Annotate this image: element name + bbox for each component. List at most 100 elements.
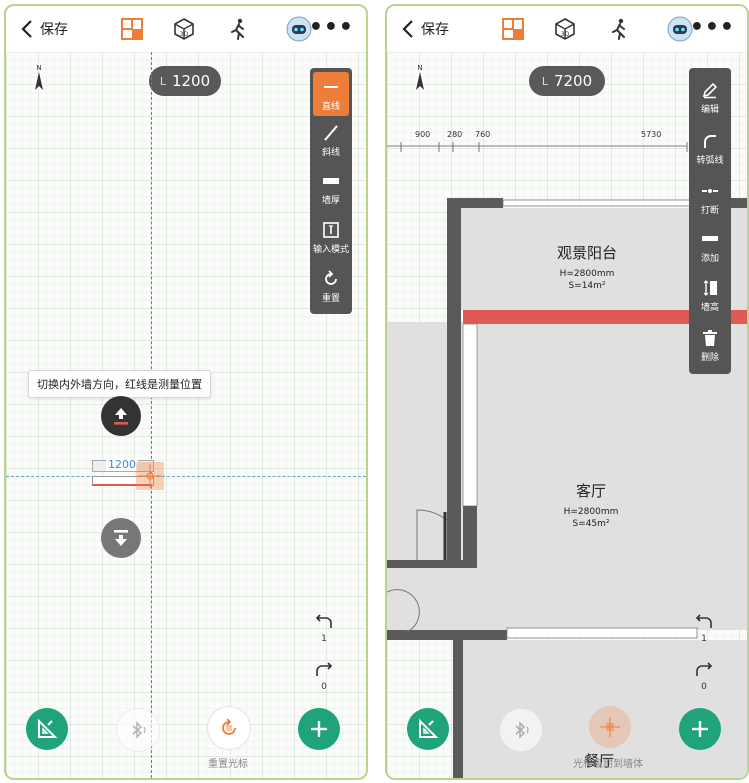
- tool-wall-thickness[interactable]: 墙厚: [310, 164, 352, 212]
- arrow-up-icon: [114, 408, 128, 425]
- length-value: 7200: [553, 72, 593, 90]
- wall-thickness-icon: [323, 177, 339, 184]
- dimension-text: 900: [415, 130, 431, 139]
- back-save-button[interactable]: 保存: [401, 19, 449, 39]
- walk-mode-icon[interactable]: [607, 17, 631, 41]
- tool-label: 直线: [321, 101, 340, 112]
- input-mode-icon: [323, 221, 339, 238]
- tool-label: 输入模式: [312, 244, 349, 255]
- reset-cursor-button[interactable]: [207, 706, 251, 750]
- redo-icon: [316, 662, 333, 676]
- redo-button[interactable]: 0: [692, 662, 716, 692]
- bluetooth-icon: [515, 721, 529, 739]
- room-height: H=2800mm: [559, 269, 615, 279]
- reset-icon: [325, 269, 337, 285]
- flip-inward-button[interactable]: [101, 518, 141, 558]
- tool-label: 删除: [700, 352, 719, 363]
- ruler-tool-button[interactable]: [26, 708, 68, 750]
- arrow-down-icon: [114, 530, 128, 546]
- reset-cursor-icon: [222, 718, 236, 735]
- tool-diagonal-line[interactable]: 斜线: [310, 116, 352, 164]
- svg-text:3D: 3D: [180, 31, 189, 38]
- straight-line-icon: [324, 85, 338, 88]
- reset-cursor-label: 重置光标: [208, 759, 248, 770]
- horizontal-guide-line: [6, 476, 366, 477]
- save-label: 保存: [40, 22, 68, 38]
- floorplan-2d-icon[interactable]: [120, 17, 144, 41]
- vertical-guide-line: [151, 52, 152, 778]
- more-icon[interactable]: •••: [309, 17, 354, 39]
- undo-icon: [315, 614, 332, 628]
- break-icon: [702, 188, 718, 193]
- save-label: 保存: [421, 22, 449, 38]
- undo-icon: [695, 614, 712, 628]
- compass-north-icon: N: [35, 64, 43, 90]
- undo-count: 1: [701, 634, 707, 644]
- undo-button[interactable]: 1: [312, 614, 336, 644]
- undo-count: 1: [321, 634, 327, 644]
- tool-label: 打断: [700, 205, 719, 216]
- tool-edit[interactable]: 编辑: [689, 72, 731, 122]
- tool-add[interactable]: 添加: [689, 222, 731, 270]
- add-button[interactable]: [298, 708, 340, 750]
- phone-screen-right: 900 280 760 5730 观景阳台 H=2800mm S=14m² 客厅…: [385, 4, 749, 780]
- room-name-living-room[interactable]: 客厅: [541, 480, 641, 501]
- wall-height-icon: [703, 279, 717, 296]
- tool-break[interactable]: 打断: [689, 174, 731, 222]
- top-bar: 保存 3D •••: [387, 6, 747, 53]
- tool-label: 转弧线: [696, 155, 724, 166]
- tool-label: 重置: [321, 293, 340, 304]
- tool-label: 添加: [700, 253, 719, 264]
- plus-icon: [311, 721, 327, 737]
- redo-button[interactable]: 0: [312, 662, 336, 692]
- bluetooth-measure-button[interactable]: [116, 708, 160, 752]
- ruler-tool-button[interactable]: [407, 708, 449, 750]
- diagonal-line-icon: [324, 124, 338, 141]
- draw-tool-panel: 直线 斜线 墙厚 输入模式 重置: [310, 68, 352, 314]
- delete-icon: [703, 329, 717, 346]
- room-area: S=45m²: [572, 519, 610, 529]
- draw-cursor[interactable]: [136, 462, 164, 490]
- add-wall-icon: [702, 235, 718, 241]
- snap-cursor-button[interactable]: [589, 706, 631, 748]
- room-info-balcony: H=2800mm S=14m²: [527, 268, 647, 292]
- bluetooth-measure-button[interactable]: [499, 708, 543, 752]
- tool-straight-line[interactable]: 直线: [313, 72, 349, 116]
- set-square-icon: [38, 718, 58, 738]
- room-name-balcony[interactable]: 观景阳台: [522, 242, 652, 263]
- room-info-living-room: H=2800mm S=45m²: [531, 506, 651, 530]
- view-3d-icon[interactable]: 3D: [553, 17, 577, 41]
- back-save-button[interactable]: 保存: [20, 19, 68, 39]
- chevron-left-icon: [21, 20, 32, 38]
- walk-mode-icon[interactable]: [226, 17, 250, 41]
- arc-icon: [704, 134, 716, 148]
- add-button[interactable]: [679, 708, 721, 750]
- phone-screen-left: 保存 3D ••• N L 1200 直线 斜线 墙厚 输入模式 重置 切换内外…: [4, 4, 368, 780]
- length-prefix: L: [159, 74, 166, 88]
- floorplan-2d-icon[interactable]: [501, 17, 525, 41]
- compass-north-icon: N: [416, 64, 424, 90]
- view-3d-icon[interactable]: 3D: [172, 17, 196, 41]
- dimension-text: 280: [447, 130, 463, 139]
- length-prefix: L: [541, 74, 548, 88]
- length-indicator: L 1200: [149, 66, 221, 96]
- undo-button[interactable]: 1: [692, 614, 716, 644]
- tool-delete[interactable]: 删除: [689, 320, 731, 370]
- svg-text:3D: 3D: [561, 31, 570, 38]
- crosshair-icon: [138, 464, 162, 488]
- tool-input-mode[interactable]: 输入模式: [310, 212, 352, 262]
- more-icon[interactable]: •••: [690, 17, 735, 39]
- tool-label: 编辑: [700, 104, 719, 115]
- tool-wall-height[interactable]: 墙高: [689, 270, 731, 320]
- length-value: 1200: [171, 72, 211, 90]
- flip-outward-button[interactable]: [101, 396, 141, 436]
- bluetooth-icon: [132, 721, 146, 739]
- wall-dimension-label: 1200: [106, 458, 138, 471]
- length-indicator: L 7200: [529, 66, 605, 96]
- dimension-text: 5730: [641, 130, 662, 139]
- snap-crosshair-icon: [600, 717, 620, 737]
- edit-icon: [702, 82, 718, 98]
- tool-convert-arc[interactable]: 转弧线: [689, 122, 731, 174]
- tool-label: 墙厚: [321, 195, 340, 206]
- tool-reset[interactable]: 重置: [310, 262, 352, 310]
